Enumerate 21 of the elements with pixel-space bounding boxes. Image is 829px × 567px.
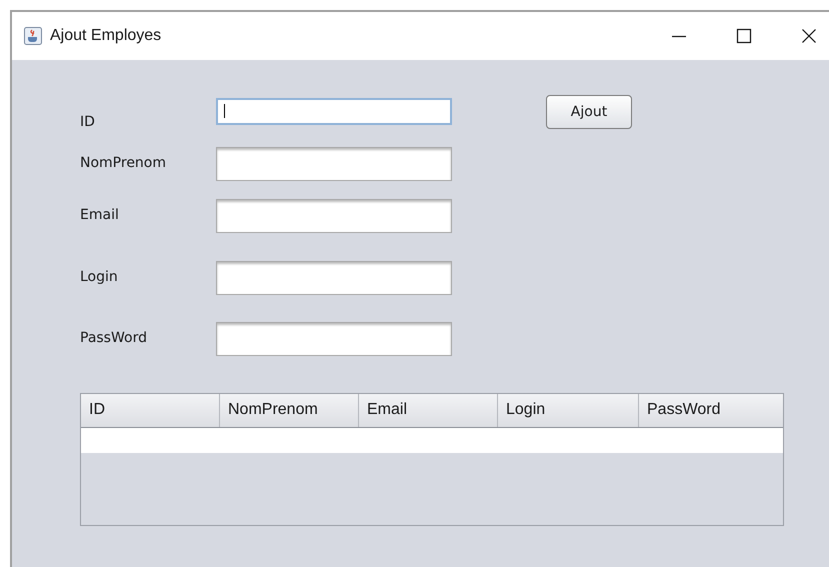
- text-field[interactable]: [216, 147, 452, 181]
- field-label: PassWord: [80, 329, 148, 346]
- text-field[interactable]: [216, 98, 452, 125]
- field-label: ID: [80, 113, 96, 130]
- window-title: Ajout Employes: [50, 27, 162, 45]
- text-field[interactable]: [216, 322, 452, 356]
- text-field[interactable]: [216, 261, 452, 295]
- text-field[interactable]: [216, 199, 452, 233]
- column-header[interactable]: Email: [359, 394, 498, 427]
- column-header[interactable]: NomPrenom: [220, 394, 359, 427]
- field-label: Login: [80, 268, 119, 285]
- column-header[interactable]: PassWord: [639, 394, 783, 427]
- field-label: NomPrenom: [80, 154, 168, 171]
- maximize-icon[interactable]: [736, 28, 752, 44]
- coffee-cup-icon: [24, 27, 42, 45]
- column-header[interactable]: Login: [498, 394, 639, 427]
- field-label: Email: [80, 206, 120, 223]
- add-button[interactable]: Ajout: [546, 95, 632, 129]
- close-icon[interactable]: [801, 28, 817, 44]
- column-header[interactable]: ID: [81, 394, 220, 427]
- text-cursor: [224, 104, 225, 118]
